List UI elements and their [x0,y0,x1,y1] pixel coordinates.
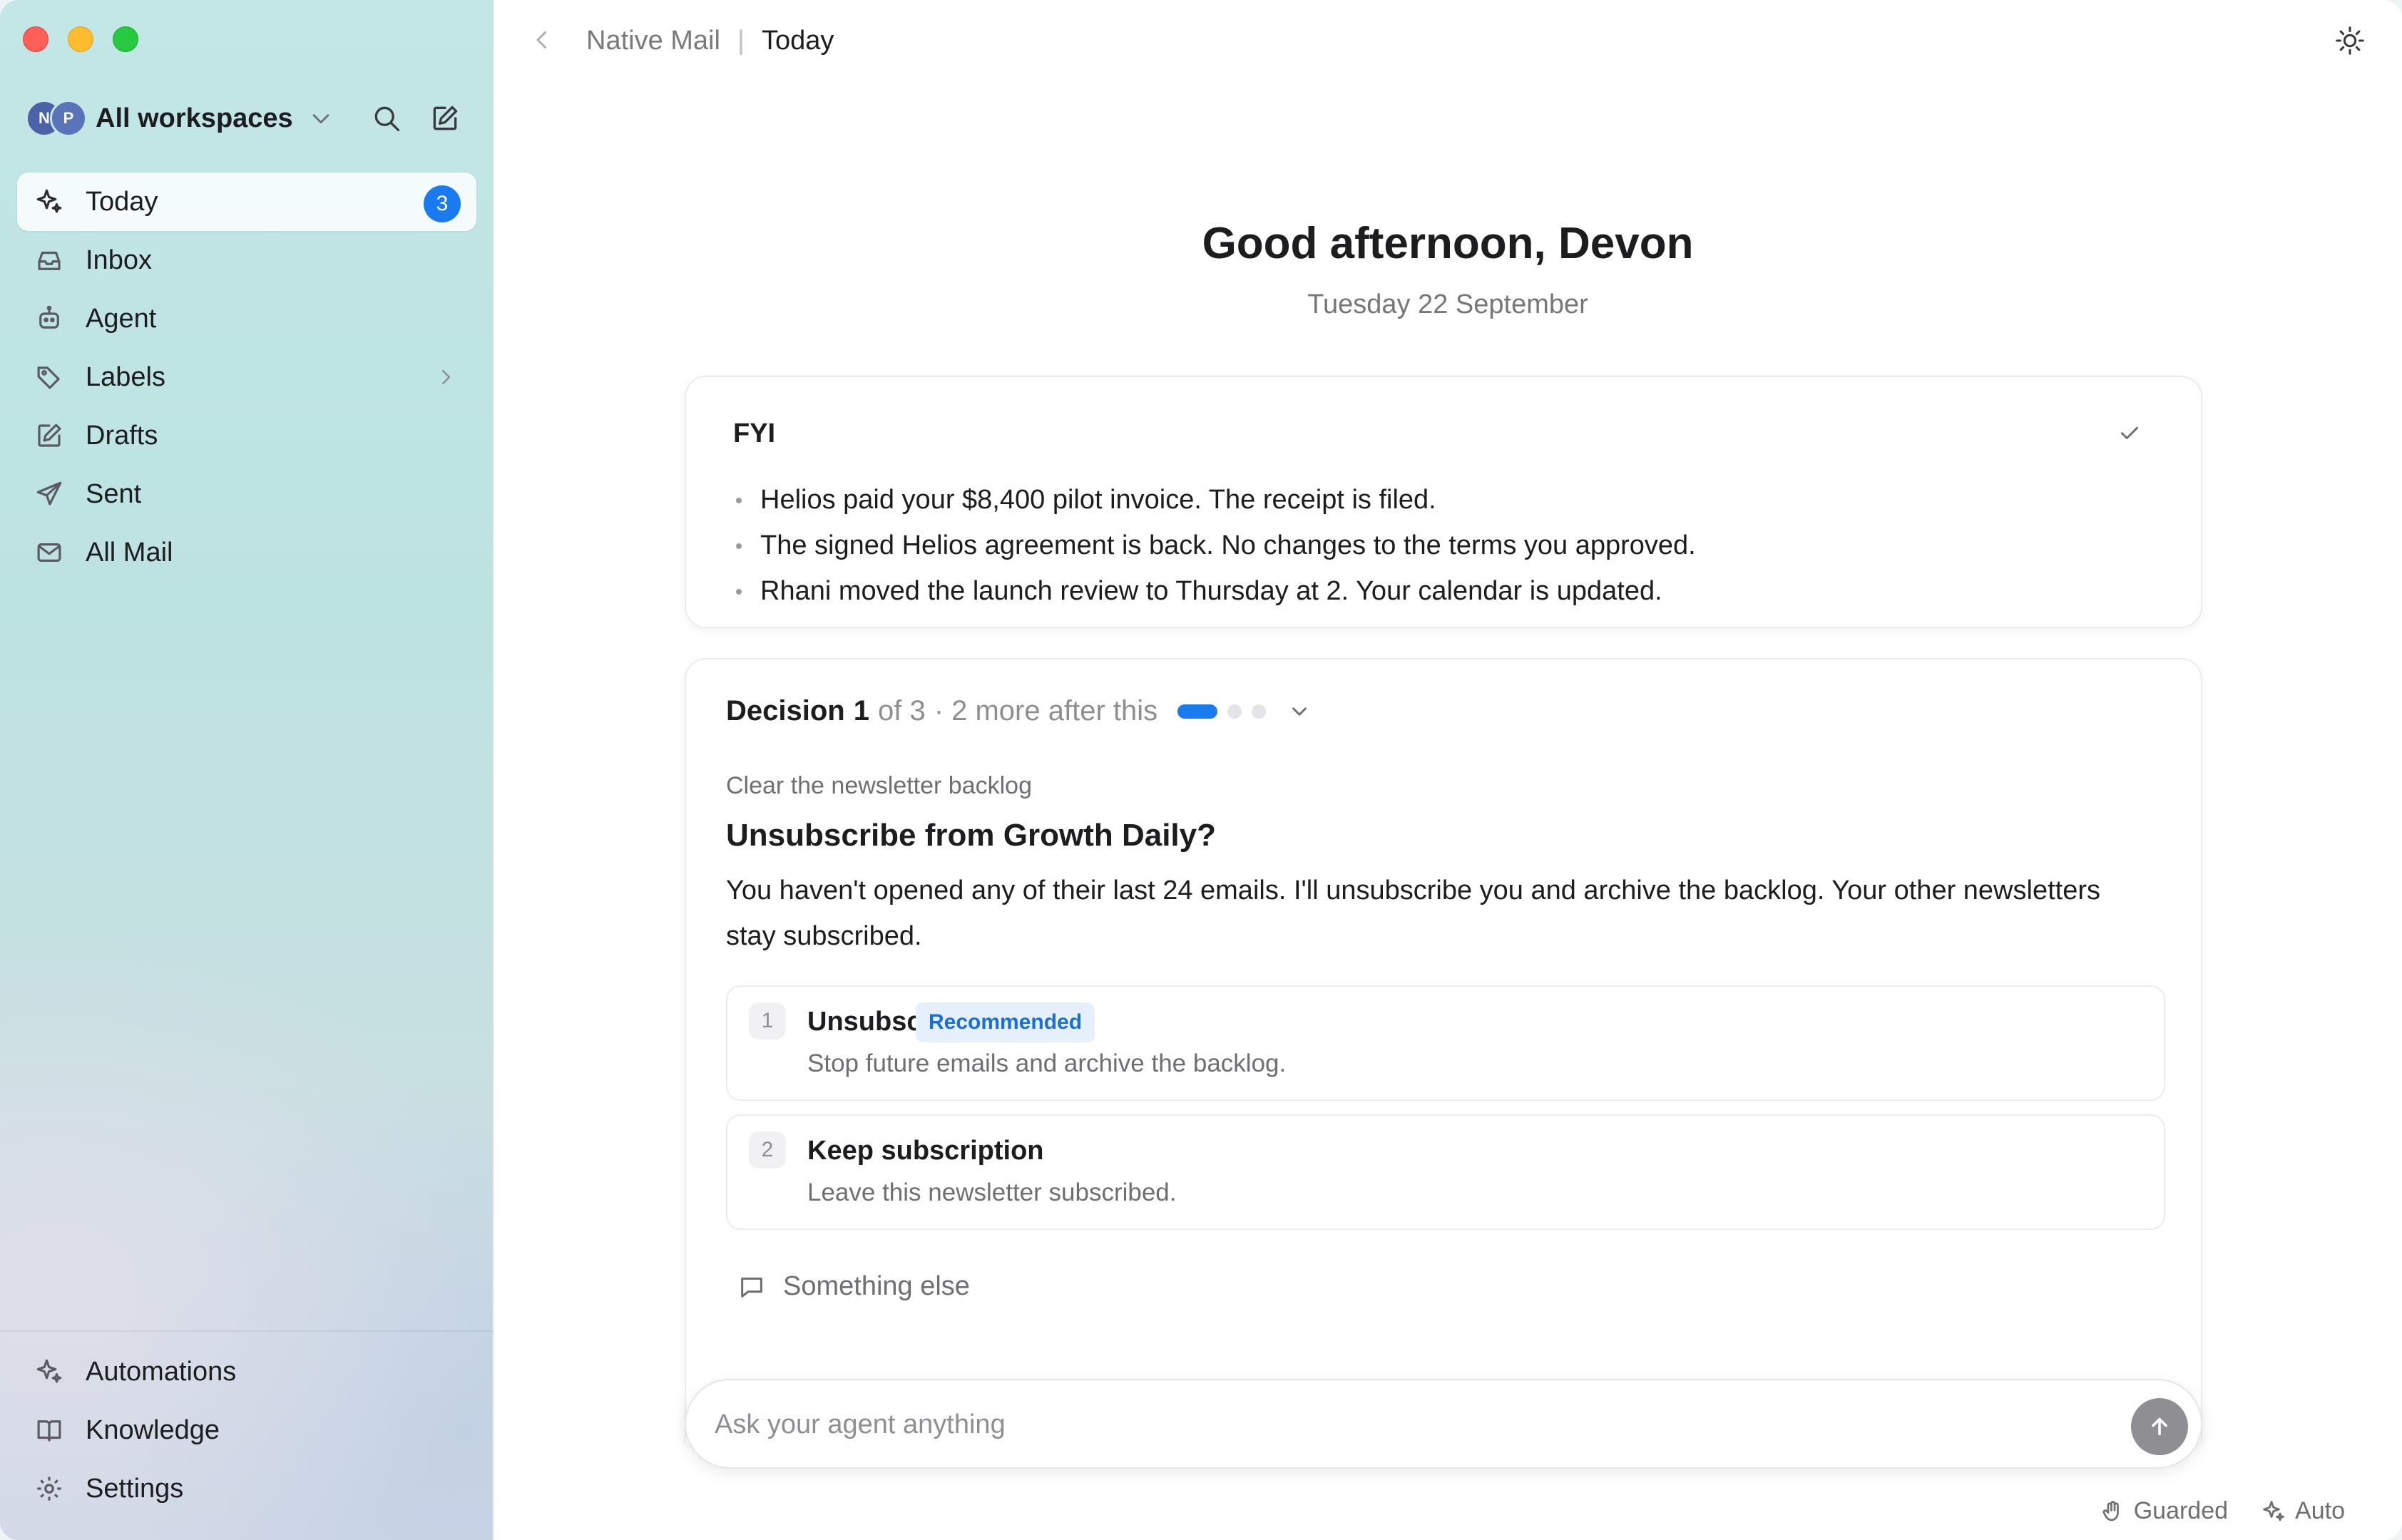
page-title: Good afternoon, Devon [1202,219,1694,268]
checkmark-icon[interactable] [2117,420,2142,446]
sidebar-nav: Today 3 Inbox Agent Labels Drafts Sent A… [17,173,476,582]
sidebar-item-label: Automations [86,1356,237,1387]
decision-current: 1 [853,695,869,727]
auto-mode-toggle[interactable]: Auto [2261,1497,2345,1525]
search-icon[interactable] [371,103,402,134]
inbox-icon [38,251,61,270]
robot-icon [39,305,59,329]
send-icon [36,481,62,505]
arrow-up-icon [2152,1417,2167,1436]
sparkles-icon [2263,1500,2284,1521]
workspace-name: All workspaces [96,103,293,133]
decision-context: Clear the newsletter backlog [726,772,1033,799]
ask-bar [685,1379,2202,1469]
book-icon [37,1420,61,1442]
guarded-mode-toggle[interactable]: Guarded [2100,1497,2228,1525]
decision-header: Decision 1 of 3 · 2 more after this [726,695,1312,727]
main-content: Native Mail | Today Good afternoon, Devo… [494,0,2402,1540]
sidebar-item-today[interactable]: Today 3 [17,173,476,231]
sidebar-item-settings[interactable]: Settings [17,1459,476,1518]
sidebar-item-label: Today [86,186,158,217]
sidebar-item-label: All Mail [86,537,173,568]
list-item: Helios paid your $8,400 pilot invoice. T… [733,477,1696,523]
auto-label: Auto [2295,1497,2345,1524]
sidebar-bottom-nav: Automations Knowledge Settings [17,1343,476,1518]
sidebar-item-all-mail[interactable]: All Mail [17,523,476,582]
list-item: Rhani moved the launch review to Thursda… [733,568,1696,614]
sun-icon[interactable] [2334,24,2366,57]
back-icon[interactable] [529,27,555,53]
sidebar: N P All workspaces Today 3 Inbox Agent L… [0,0,494,1540]
sidebar-item-label: Knowledge [86,1415,220,1445]
recommended-badge: Recommended [916,1002,1095,1042]
zoom-window-button[interactable] [113,26,138,52]
decision-total: of 3 [877,695,926,727]
option-description: Leave this newsletter subscribed. [807,1179,1177,1206]
status-bar: Guarded Auto [2067,1497,2345,1525]
sparkles-icon [36,189,62,213]
sidebar-item-label: Agent [86,303,157,334]
compose-icon[interactable] [429,103,461,134]
sidebar-item-drafts[interactable]: Drafts [17,406,476,465]
app-window: N P All workspaces Today 3 Inbox Agent L… [0,0,2402,1540]
option-keep-subscription[interactable]: 2 Keep subscription Leave this newslette… [726,1114,2165,1230]
option-title: Keep subscription [807,1136,1044,1166]
breadcrumb-separator: | [737,26,745,56]
ask-agent-input[interactable] [715,1402,2070,1447]
option-number: 1 [749,1002,786,1040]
fyi-list: Helios paid your $8,400 pilot invoice. T… [733,477,1696,614]
something-else-button[interactable]: Something else [737,1271,970,1302]
chevron-right-icon[interactable] [435,366,456,388]
tag-icon [37,366,60,389]
minimize-window-button[interactable] [68,26,93,52]
chevron-down-icon[interactable] [309,106,333,130]
progress-step [1252,704,1267,719]
divider [0,1330,494,1332]
date-label: Tuesday 22 September [1307,289,1588,319]
option-description: Stop future emails and archive the backl… [807,1049,1287,1077]
decision-card: Decision 1 of 3 · 2 more after this Clea… [685,658,2202,1442]
sidebar-item-inbox[interactable]: Inbox [17,231,476,289]
decision-label: Decision [726,695,845,727]
chat-bubble-icon [741,1277,762,1298]
fyi-title: FYI [733,419,776,448]
send-button[interactable] [2131,1398,2188,1455]
gear-icon [37,1477,61,1501]
chevron-down-icon[interactable] [1287,699,1312,724]
decision-progress [1177,704,1267,719]
option-unsubscribe[interactable]: 1 Unsubscribe Recommended Stop future em… [726,985,2165,1101]
breadcrumb-current: Today [762,26,834,56]
hand-icon [2102,1500,2119,1521]
mail-icon [37,543,61,562]
guarded-label: Guarded [2133,1497,2229,1524]
toolbar: Native Mail | Today [494,0,2402,81]
breadcrumb-app[interactable]: Native Mail [586,26,720,56]
fyi-card: FYI Helios paid your $8,400 pilot invoic… [685,376,2202,628]
sidebar-item-label: Labels [86,361,165,392]
decision-body: You haven't opened any of their last 24 … [726,876,2100,951]
sidebar-item-labels[interactable]: Labels [17,348,476,406]
progress-step [1227,704,1242,719]
sidebar-item-agent[interactable]: Agent [17,289,476,348]
list-item: The signed Helios agreement is back. No … [733,523,1696,568]
decision-remaining: · 2 more after this [934,695,1158,727]
sidebar-item-label: Drafts [86,420,158,451]
edit-icon [38,423,61,447]
unread-count-badge: 3 [424,185,461,222]
sparkles-icon [36,1359,62,1383]
progress-step-active [1177,704,1218,719]
something-else-label: Something else [783,1271,970,1301]
sidebar-item-knowledge[interactable]: Knowledge [17,1401,476,1459]
sidebar-item-label: Sent [86,478,142,509]
avatar: P [50,100,87,137]
sidebar-item-label: Settings [86,1473,184,1504]
close-window-button[interactable] [23,26,48,52]
sidebar-item-label: Inbox [86,245,152,275]
option-number: 2 [749,1131,786,1169]
decision-question: Unsubscribe from Growth Daily? [726,818,1216,853]
sidebar-item-sent[interactable]: Sent [17,465,476,523]
workspace-switcher[interactable]: N P All workspaces [26,98,468,138]
sidebar-item-automations[interactable]: Automations [17,1343,476,1401]
